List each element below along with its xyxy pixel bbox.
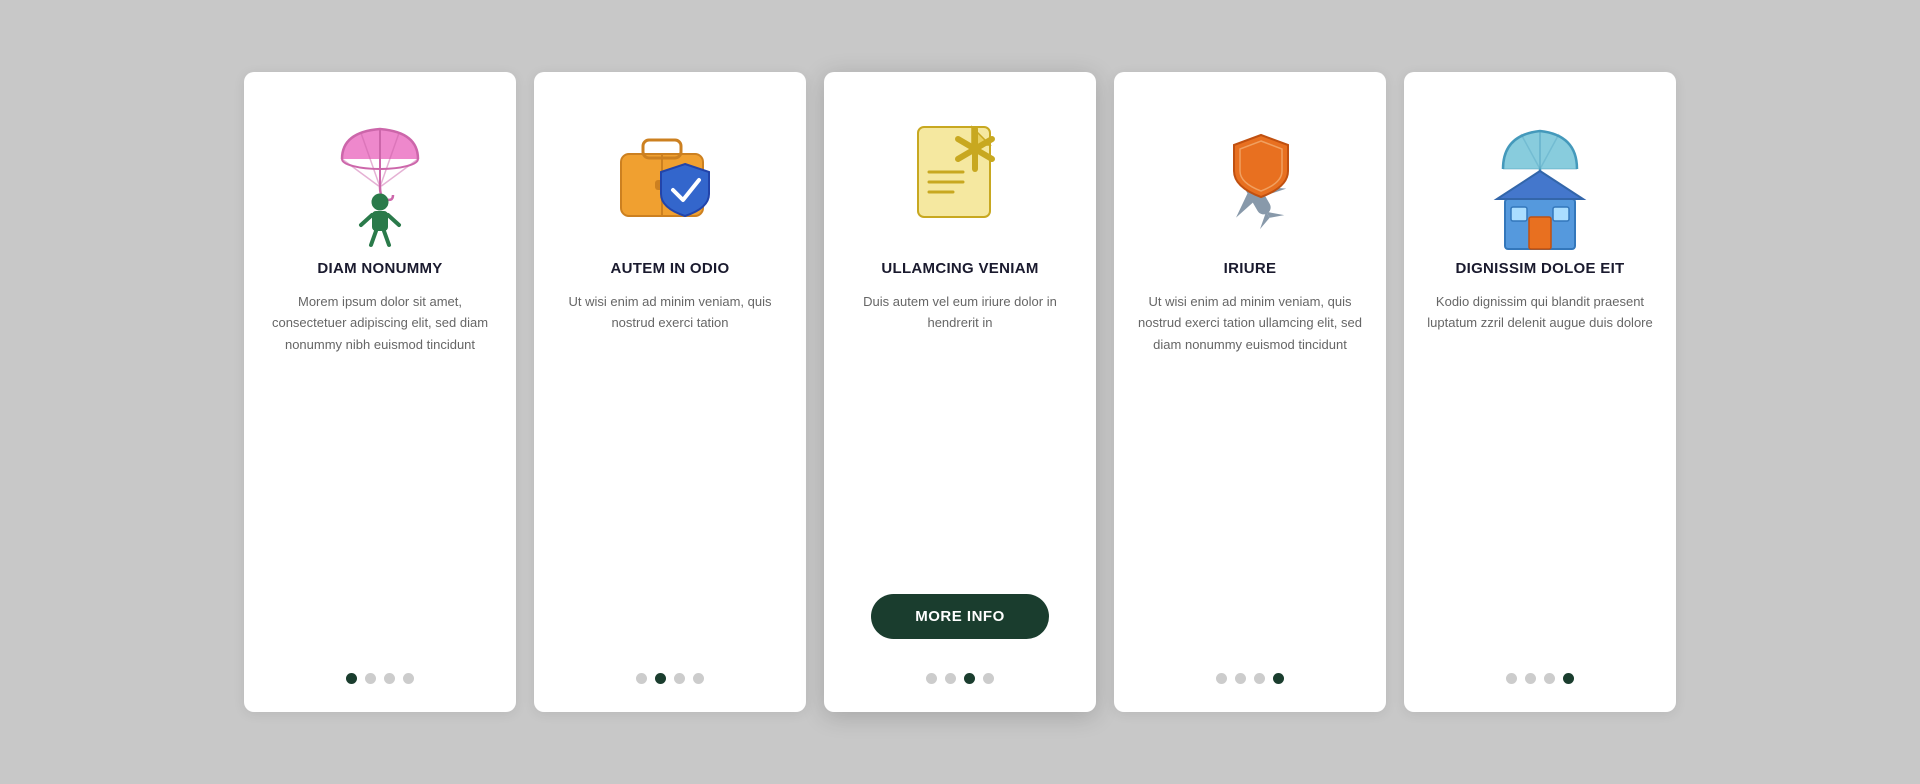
dot-active xyxy=(1273,673,1284,684)
dot xyxy=(983,673,994,684)
dot xyxy=(1506,673,1517,684)
document-star-icon xyxy=(895,112,1025,242)
dot xyxy=(365,673,376,684)
card-2: AUTEM IN ODIO Ut wisi enim ad minim veni… xyxy=(534,72,806,712)
card-5: DIGNISSIM DOLOE EIT Kodio dignissim qui … xyxy=(1404,72,1676,712)
card-2-body: Ut wisi enim ad minim veniam, quis nostr… xyxy=(556,291,784,649)
cards-container: DIAM NONUMMY Morem ipsum dolor sit amet,… xyxy=(184,32,1736,752)
card-4-dots xyxy=(1216,673,1284,684)
dot xyxy=(1235,673,1246,684)
dot-active xyxy=(1563,673,1574,684)
card-4-title: IRIURE xyxy=(1224,260,1277,277)
dot-active xyxy=(964,673,975,684)
dot-active xyxy=(655,673,666,684)
dot xyxy=(693,673,704,684)
card-2-title: AUTEM IN ODIO xyxy=(611,260,730,277)
dot xyxy=(674,673,685,684)
dot xyxy=(1525,673,1536,684)
card-5-title: DIGNISSIM DOLOE EIT xyxy=(1455,260,1624,277)
card-2-dots xyxy=(636,673,704,684)
card-5-body: Kodio dignissim qui blandit praesent lup… xyxy=(1426,291,1654,649)
dot xyxy=(1216,673,1227,684)
dot xyxy=(636,673,647,684)
card-3: ULLAMCING VENIAM Duis autem vel eum iriu… xyxy=(824,72,1096,712)
dot xyxy=(384,673,395,684)
dot xyxy=(926,673,937,684)
more-info-button[interactable]: MORE INFO xyxy=(871,594,1049,639)
dot xyxy=(945,673,956,684)
card-1-dots xyxy=(346,673,414,684)
suitcase-shield-icon xyxy=(605,112,735,242)
card-4: IRIURE Ut wisi enim ad minim veniam, qui… xyxy=(1114,72,1386,712)
card-1: DIAM NONUMMY Morem ipsum dolor sit amet,… xyxy=(244,72,516,712)
card-3-body: Duis autem vel eum iriure dolor in hendr… xyxy=(846,291,1074,576)
card-4-body: Ut wisi enim ad minim veniam, quis nostr… xyxy=(1136,291,1364,649)
umbrella-person-icon xyxy=(315,112,445,242)
dot xyxy=(1544,673,1555,684)
dot xyxy=(1254,673,1265,684)
dot-active xyxy=(346,673,357,684)
plane-shield-icon xyxy=(1185,112,1315,242)
card-1-body: Morem ipsum dolor sit amet, consectetuer… xyxy=(266,291,494,649)
house-umbrella-icon xyxy=(1475,112,1605,242)
card-5-dots xyxy=(1506,673,1574,684)
card-1-title: DIAM NONUMMY xyxy=(317,260,442,277)
card-3-dots xyxy=(926,673,994,684)
card-3-title: ULLAMCING VENIAM xyxy=(881,260,1038,277)
dot xyxy=(403,673,414,684)
